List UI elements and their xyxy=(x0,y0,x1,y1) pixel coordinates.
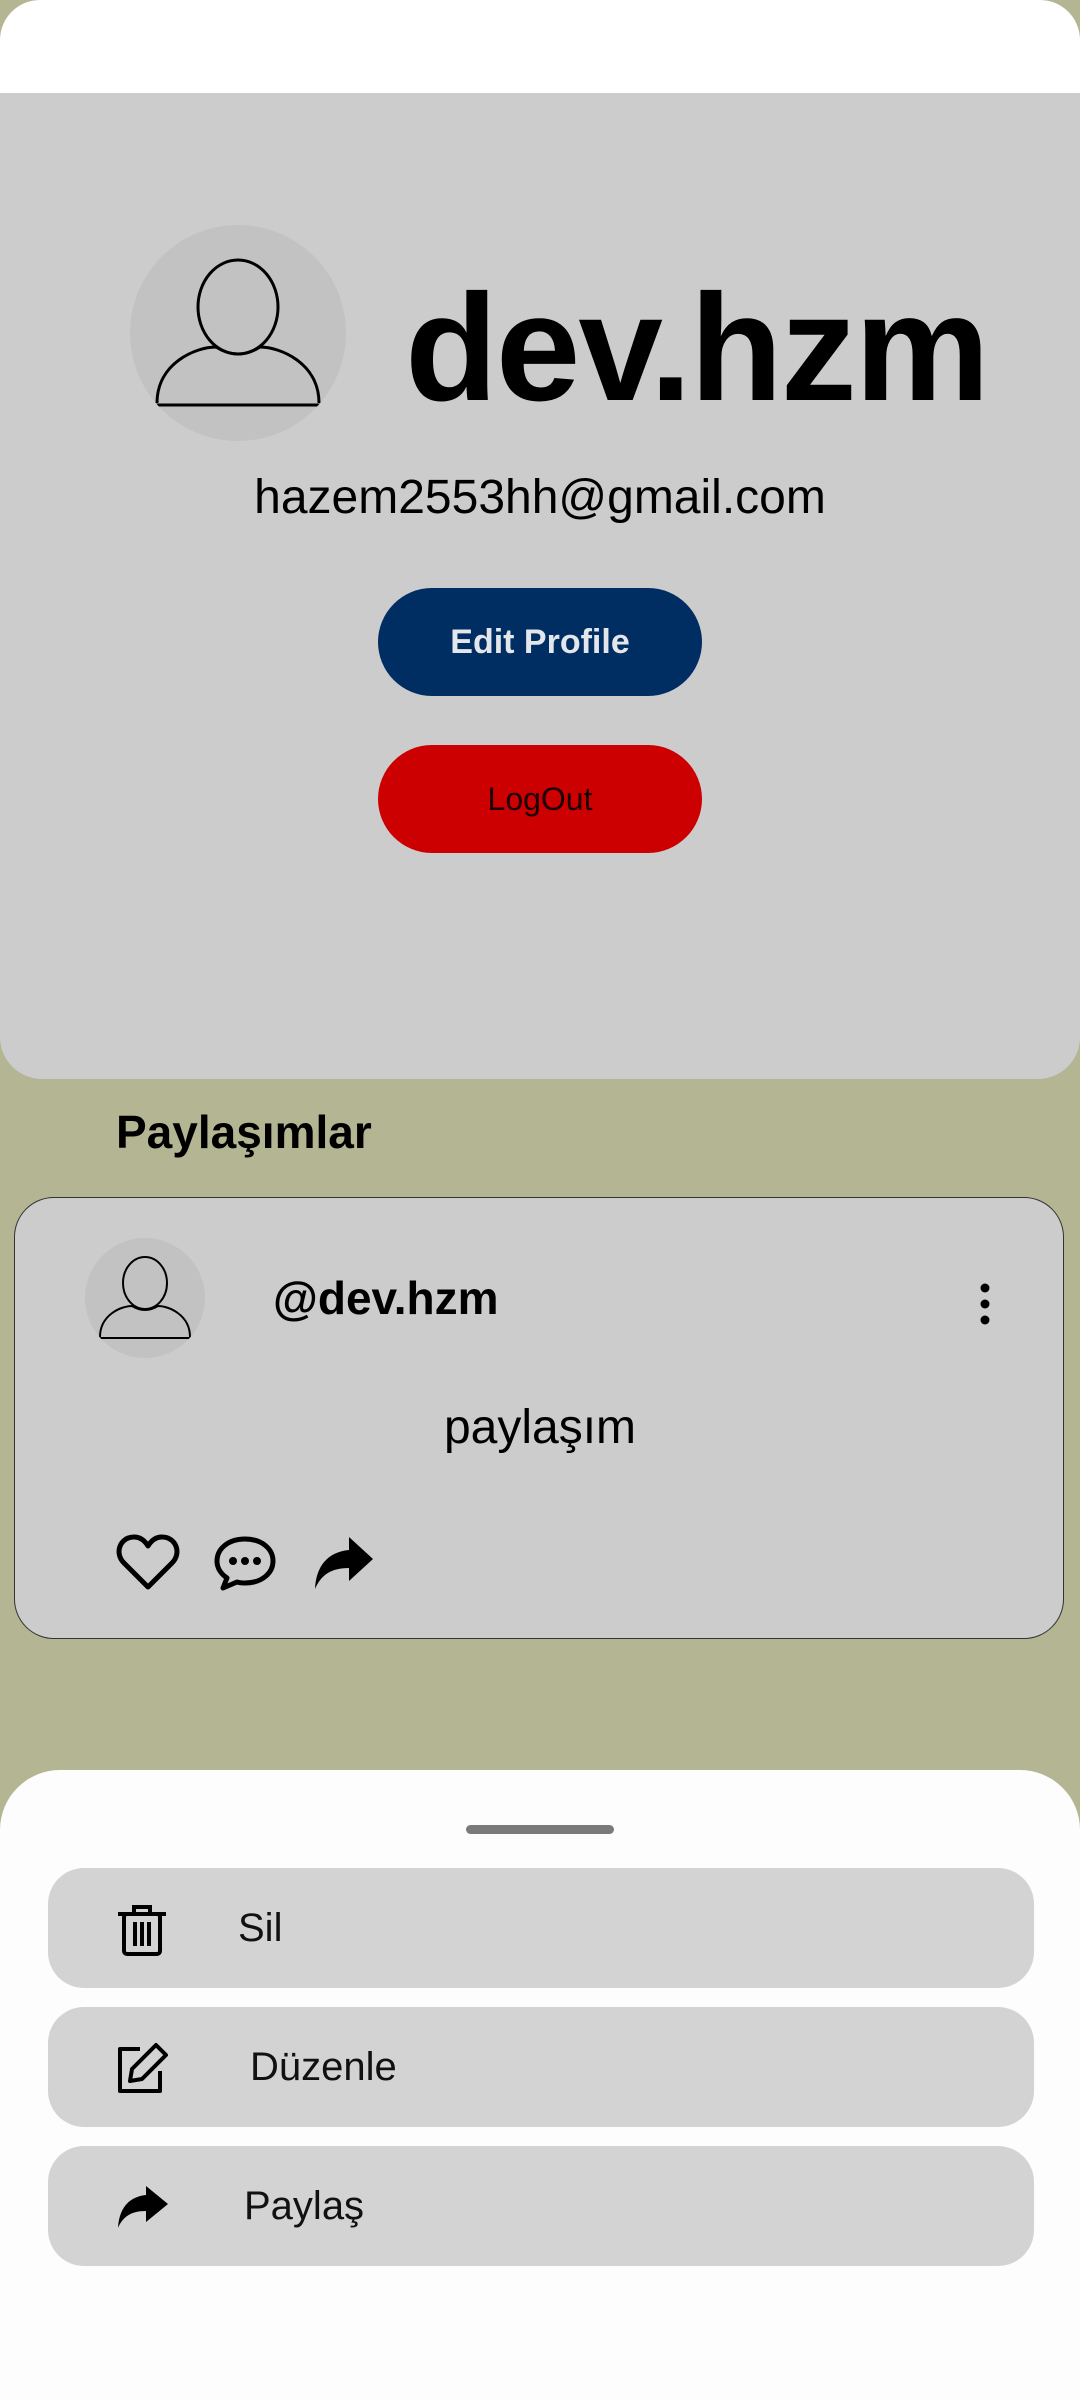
posts-section-title: Paylaşımlar xyxy=(116,1106,372,1158)
user-avatar-icon[interactable] xyxy=(130,225,346,441)
edit-option[interactable]: Düzenle xyxy=(48,2007,1034,2127)
profile-card: dev.hzm hazem2553hh@gmail.com Edit Profi… xyxy=(0,93,1080,1079)
edit-profile-button[interactable]: Edit Profile xyxy=(378,588,702,696)
edit-option-label: Düzenle xyxy=(250,2045,397,2089)
share-icon xyxy=(114,2180,170,2236)
profile-username: dev.hzm xyxy=(405,263,990,433)
comment-icon[interactable] xyxy=(213,1533,277,1593)
trash-icon xyxy=(114,1902,170,1958)
sheet-drag-handle[interactable] xyxy=(466,1825,614,1834)
status-bar-area xyxy=(0,0,1080,93)
profile-email: hazem2553hh@gmail.com xyxy=(254,471,826,524)
share-icon[interactable] xyxy=(311,1533,375,1593)
post-avatar-icon[interactable] xyxy=(85,1238,205,1358)
share-option-label: Paylaş xyxy=(244,2184,365,2228)
share-option[interactable]: Paylaş xyxy=(48,2146,1034,2266)
post-card[interactable]: @dev.hzm paylaşım xyxy=(14,1197,1064,1639)
delete-option[interactable]: Sil xyxy=(48,1868,1034,1988)
bottom-sheet: Sil Düzenle Paylaş xyxy=(0,1770,1080,2400)
post-content: paylaşım xyxy=(443,1401,637,1454)
delete-option-label: Sil xyxy=(238,1906,283,1950)
logout-button[interactable]: LogOut xyxy=(378,745,702,853)
post-username[interactable]: @dev.hzm xyxy=(273,1270,499,1326)
more-options-icon[interactable] xyxy=(975,1282,995,1326)
edit-icon xyxy=(114,2041,170,2097)
heart-icon[interactable] xyxy=(116,1533,180,1593)
